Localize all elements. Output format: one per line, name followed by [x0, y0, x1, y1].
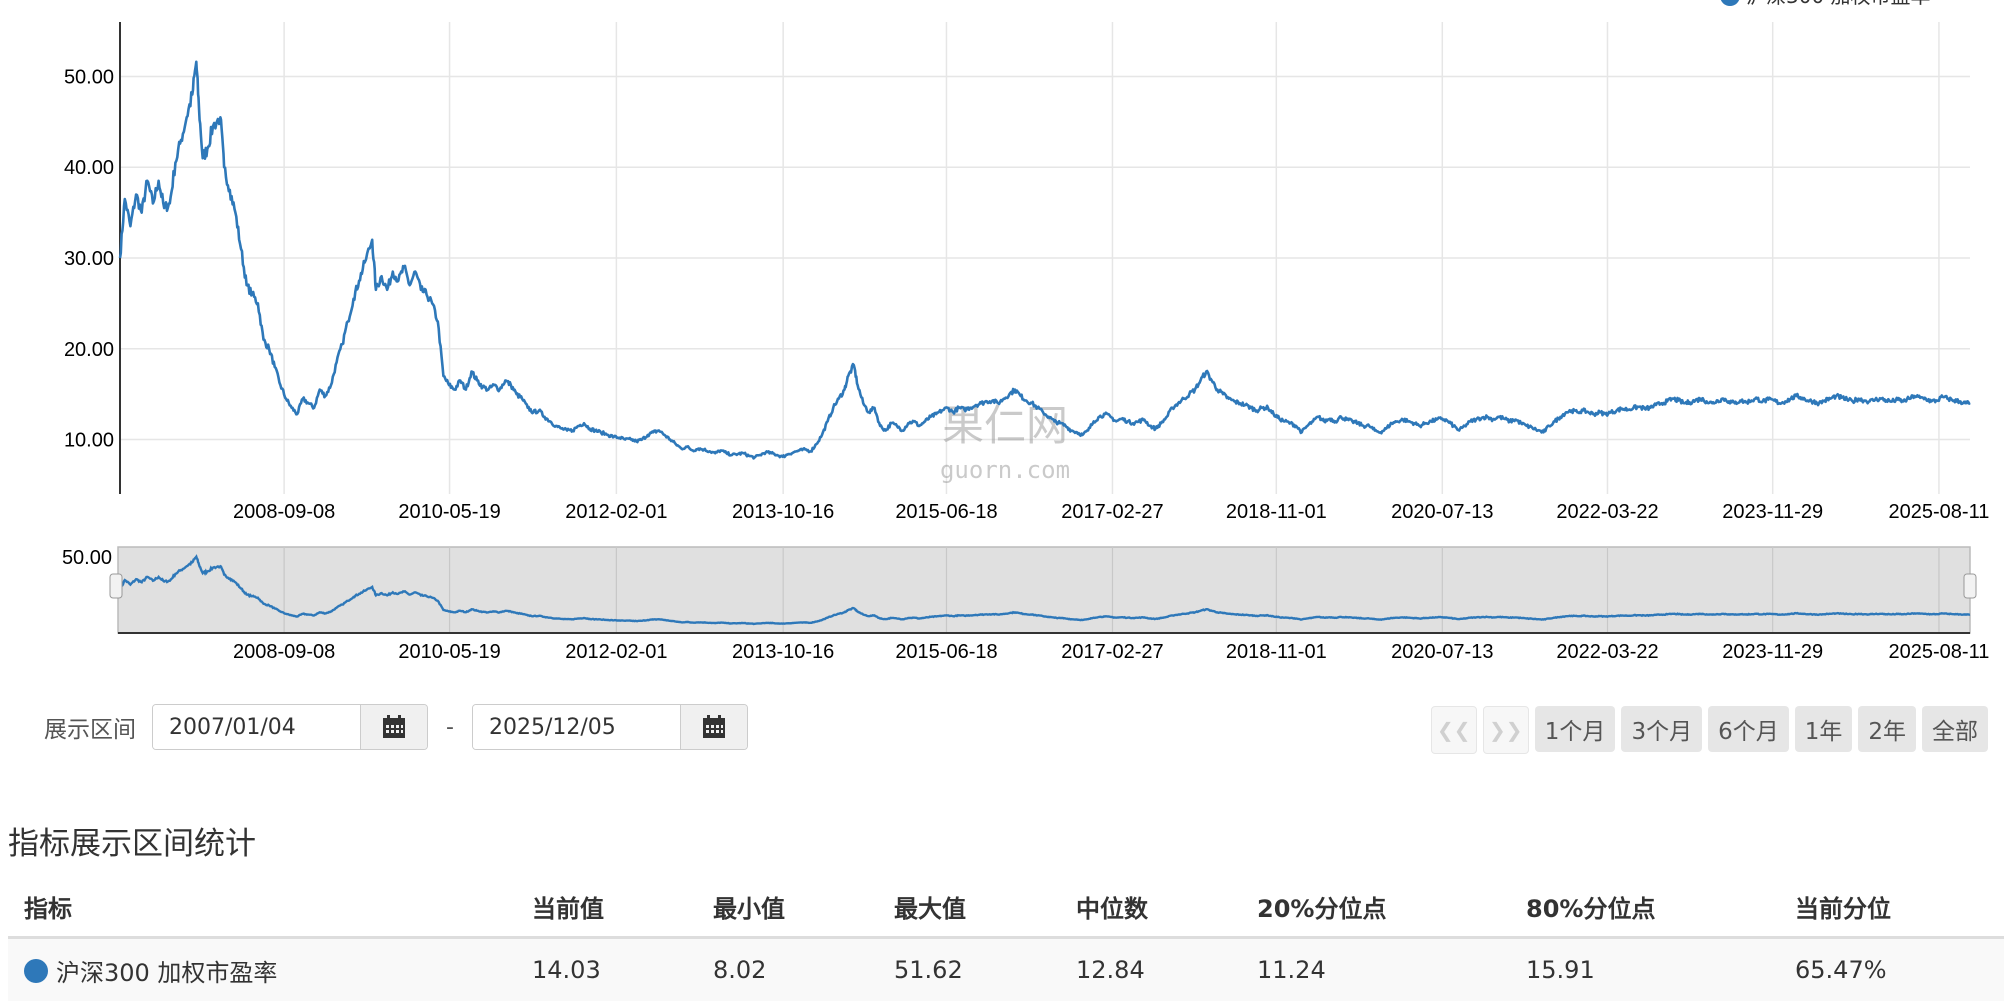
- table-header-row: 指标 当前值 最小值 最大值 中位数 20%分位点 80%分位点 当前分位: [8, 876, 2004, 938]
- navigator-x-tick-label: 2023-11-29: [1722, 641, 1823, 663]
- navigator-right-handle[interactable]: [1964, 574, 1976, 598]
- column-header: 最大值: [878, 876, 1060, 938]
- navigator-x-tick-label: 2018-11-01: [1226, 641, 1327, 663]
- double-chevron-left-icon: ❮❮: [1437, 718, 1471, 742]
- end-calendar-button[interactable]: [680, 705, 747, 749]
- start-date-input[interactable]: [153, 705, 360, 749]
- x-tick-label: 2018-11-01: [1226, 501, 1327, 523]
- navigator-y-axis: 50.00: [62, 547, 112, 569]
- y-tick-label: 30.00: [64, 248, 114, 270]
- navigator-x-tick-label: 2010-05-19: [398, 641, 500, 663]
- navigator-x-tick-label: 2017-02-27: [1061, 641, 1163, 663]
- y-tick-label: 20.00: [64, 339, 114, 361]
- y-tick-label: 10.00: [64, 430, 114, 452]
- x-tick-label: 2013-10-16: [732, 501, 834, 523]
- navigator-x-tick-label: 2013-10-16: [732, 641, 834, 663]
- legend[interactable]: 沪深300 加权市盈率: [1720, 0, 1931, 8]
- x-tick-label: 2023-11-29: [1722, 501, 1823, 523]
- x-tick-label: 2008-09-08: [233, 501, 335, 523]
- navigator-x-tick-label: 2015-06-18: [895, 641, 997, 663]
- navigator-chart[interactable]: 50.00 2008-09-08 2010-05-19 2012-02-01 2013…: [0, 540, 2004, 670]
- current-value-cell: 14.03: [516, 938, 697, 1001]
- legend-label: 沪深300 加权市盈率: [1746, 0, 1931, 8]
- main-chart[interactable]: 10.00 20.00 30.00 40.00 50.00 2008-09-08 2010…: [0, 0, 2004, 530]
- zoom-3-month-button[interactable]: 3个月: [1621, 706, 1702, 752]
- stats-table: 指标 当前值 最小值 最大值 中位数 20%分位点 80%分位点 当前分位 沪深…: [8, 876, 2004, 1001]
- navigator-x-tick-label: 2020-07-13: [1391, 641, 1493, 663]
- main-x-axis: 2008-09-08 2010-05-19 2012-02-01 2013-10-16…: [233, 501, 1989, 523]
- end-date-group: [472, 704, 748, 750]
- double-chevron-right-icon: ❯❯: [1489, 718, 1523, 742]
- start-date-group: [152, 704, 428, 750]
- column-header: 中位数: [1060, 876, 1241, 938]
- min-value-cell: 8.02: [697, 938, 878, 1001]
- indicator-cell: 沪深300 加权市盈率: [8, 938, 516, 1001]
- calendar-icon: [701, 714, 727, 740]
- navigator-y-tick-label: 50.00: [62, 547, 112, 569]
- range-separator: -: [446, 715, 454, 740]
- main-y-axis: 10.00 20.00 30.00 40.00 50.00: [64, 66, 114, 451]
- navigator-x-axis: 2008-09-08 2010-05-19 2012-02-01 2013-10-16…: [233, 641, 1989, 663]
- x-tick-label: 2012-02-01: [565, 501, 667, 523]
- range-controls: 展示区间 -: [44, 704, 748, 750]
- zoom-2-year-button[interactable]: 2年: [1858, 706, 1916, 752]
- x-tick-label: 2017-02-27: [1061, 501, 1163, 523]
- column-header: 最小值: [697, 876, 878, 938]
- navigator-x-tick-label: 2025-08-11: [1889, 641, 1990, 663]
- navigator-left-handle[interactable]: [110, 574, 122, 598]
- zoom-1-month-button[interactable]: 1个月: [1535, 706, 1616, 752]
- column-header: 当前值: [516, 876, 697, 938]
- x-tick-label: 2015-06-18: [895, 501, 997, 523]
- zoom-buttons: ❮❮ ❯❯ 1个月 3个月 6个月 1年 2年 全部: [1431, 706, 1988, 754]
- p80-cell: 15.91: [1510, 938, 1779, 1001]
- navigator-x-tick-label: 2012-02-01: [565, 641, 667, 663]
- watermark-subtext: guorn.com: [940, 456, 1070, 484]
- prev-range-button[interactable]: ❮❮: [1431, 706, 1477, 754]
- median-cell: 12.84: [1060, 938, 1241, 1001]
- column-header: 当前分位: [1779, 876, 2004, 938]
- y-tick-label: 40.00: [64, 157, 114, 179]
- legend-marker: [1720, 0, 1740, 6]
- series-line[interactable]: [120, 62, 1970, 459]
- navigator-x-tick-label: 2008-09-08: [233, 641, 335, 663]
- watermark: 果仁网 guorn.com: [940, 401, 1070, 484]
- indicator-name: 沪深300 加权市盈率: [56, 959, 277, 987]
- zoom-1-year-button[interactable]: 1年: [1795, 706, 1853, 752]
- max-value-cell: 51.62: [878, 938, 1060, 1001]
- navigator-selection[interactable]: [118, 547, 1970, 633]
- zoom-6-month-button[interactable]: 6个月: [1708, 706, 1789, 752]
- column-header: 指标: [8, 876, 516, 938]
- zoom-all-button[interactable]: 全部: [1922, 706, 1988, 752]
- next-range-button[interactable]: ❯❯: [1483, 706, 1529, 754]
- start-calendar-button[interactable]: [360, 705, 427, 749]
- calendar-icon: [381, 714, 407, 740]
- x-tick-label: 2020-07-13: [1391, 501, 1493, 523]
- stats-title: 指标展示区间统计: [8, 818, 256, 863]
- p20-cell: 11.24: [1241, 938, 1510, 1001]
- current-percentile-cell: 65.47%: [1779, 938, 2004, 1001]
- navigator-x-tick-label: 2022-03-22: [1556, 641, 1658, 663]
- x-tick-label: 2022-03-22: [1556, 501, 1658, 523]
- series-color-dot: [24, 959, 48, 983]
- column-header: 20%分位点: [1241, 876, 1510, 938]
- range-label: 展示区间: [44, 710, 136, 744]
- y-tick-label: 50.00: [64, 66, 114, 88]
- x-tick-label: 2010-05-19: [398, 501, 500, 523]
- table-row[interactable]: 沪深300 加权市盈率 14.03 8.02 51.62 12.84 11.24…: [8, 938, 2004, 1001]
- end-date-input[interactable]: [473, 705, 680, 749]
- column-header: 80%分位点: [1510, 876, 1779, 938]
- x-tick-label: 2025-08-11: [1889, 501, 1990, 523]
